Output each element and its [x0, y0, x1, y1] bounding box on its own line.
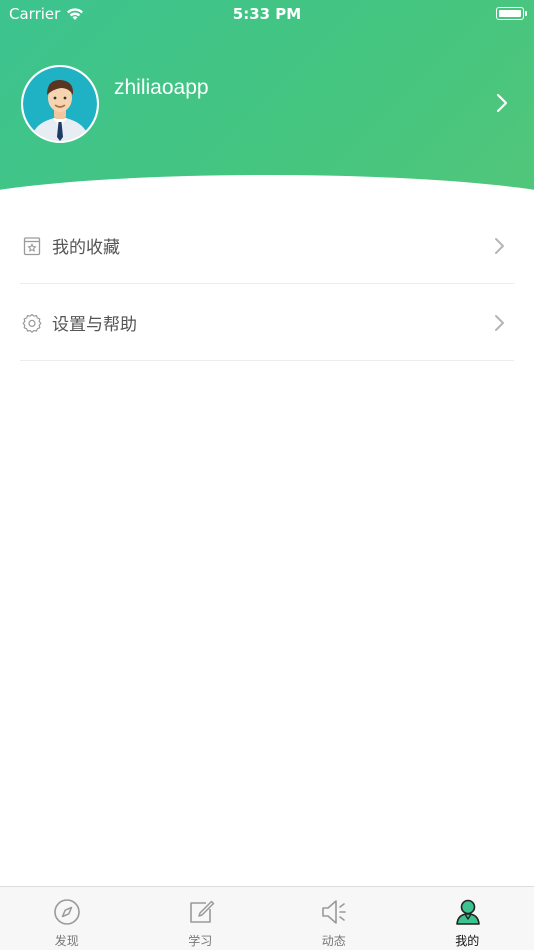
profile-chevron-icon[interactable]: [494, 92, 510, 114]
tab-mine[interactable]: 我的: [401, 887, 534, 950]
user-icon: [455, 899, 480, 925]
tab-label: 我的: [455, 934, 480, 948]
favorites-icon: [23, 237, 41, 256]
avatar-image: [23, 67, 97, 141]
tab-bar: 发现 学习 动态 我的: [0, 886, 534, 950]
header-curve: [0, 175, 534, 210]
status-bar: Carrier 5:33 PM: [0, 0, 534, 28]
settings-icon: [22, 313, 42, 333]
speaker-icon: [322, 900, 346, 924]
chevron-right-icon: [495, 238, 504, 254]
tab-discover[interactable]: 发现: [0, 887, 134, 950]
battery-icon: [496, 7, 527, 20]
tab-label: 动态: [321, 934, 346, 948]
menu-item-label: 我的收藏: [52, 238, 120, 258]
menu-item-settings[interactable]: 设置与帮助: [20, 284, 514, 361]
tab-label: 学习: [188, 934, 213, 948]
username[interactable]: zhiliaoapp: [114, 76, 209, 100]
tab-study[interactable]: 学习: [134, 887, 268, 950]
avatar[interactable]: [21, 65, 99, 143]
chevron-right-icon: [495, 315, 504, 331]
status-time: 5:33 PM: [232, 5, 302, 23]
menu-item-favorites[interactable]: 我的收藏: [20, 207, 514, 284]
compass-icon: [54, 899, 80, 925]
profile-header: Carrier 5:33 PM zhiliaoapp: [0, 0, 534, 210]
edit-icon: [189, 900, 214, 923]
tab-label: 发现: [54, 934, 79, 948]
menu-item-label: 设置与帮助: [52, 315, 137, 335]
tab-feed[interactable]: 动态: [267, 887, 401, 950]
